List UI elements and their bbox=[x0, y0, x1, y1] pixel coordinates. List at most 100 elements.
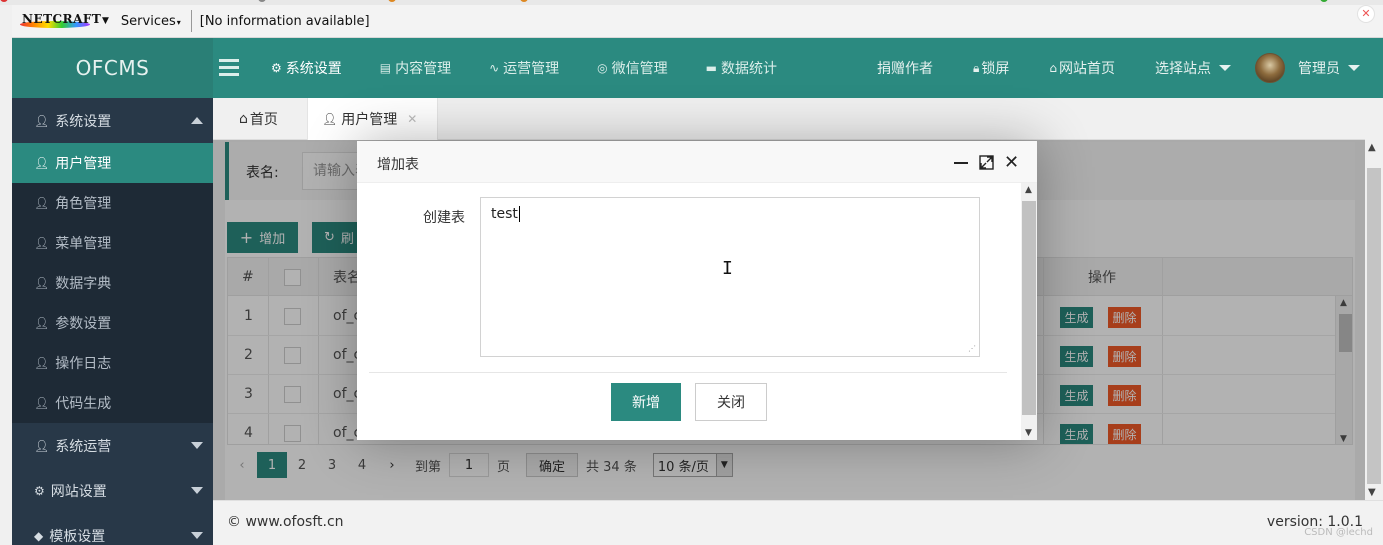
scroll-up-icon[interactable]: ▲ bbox=[1025, 185, 1032, 195]
scrollbar-thumb[interactable] bbox=[1022, 201, 1036, 415]
sidebar-section-operations[interactable]: 👤︎ 系统运营 bbox=[12, 423, 213, 469]
dialog-scrollbar[interactable]: ▲ ▼ bbox=[1021, 183, 1037, 440]
close-icon[interactable]: ✕ bbox=[407, 112, 417, 126]
nav-wechat[interactable]: ◎ 微信管理 bbox=[597, 58, 667, 78]
sidebar-section-templates[interactable]: ◆ 模板设置 bbox=[12, 513, 213, 545]
sidebar-item-logs[interactable]: 👤︎ 操作日志 bbox=[12, 343, 213, 383]
page-tabs: ⌂ 首页 👤︎ 用户管理 ✕ bbox=[213, 98, 1383, 140]
nav-content-management[interactable]: ▤ 内容管理 bbox=[380, 58, 451, 78]
text-cursor-icon: I bbox=[722, 258, 733, 279]
page-scrollbar[interactable]: ▲ ▼ bbox=[1365, 138, 1383, 500]
donate-label: 捐赠作者 bbox=[877, 61, 933, 77]
scrollbar-thumb[interactable] bbox=[1367, 168, 1381, 484]
lock-screen-link[interactable]: 🔒︎ 锁屏 bbox=[973, 58, 1009, 78]
sidebar-item-label: 操作日志 bbox=[55, 356, 112, 372]
user-icon: 👤︎ bbox=[34, 356, 50, 370]
close-icon[interactable]: ✕ bbox=[1004, 152, 1019, 173]
user-icon: 👤︎ bbox=[34, 276, 50, 290]
chevron-down-icon bbox=[191, 442, 203, 449]
bookmark-icon bbox=[388, 0, 396, 2]
nav-label: 微信管理 bbox=[611, 61, 668, 77]
user-icon: 👤︎ bbox=[322, 112, 338, 126]
bookmark-icon bbox=[0, 0, 8, 2]
tab-label: 首页 bbox=[249, 112, 278, 128]
home-icon: ⌂ bbox=[239, 111, 248, 127]
scroll-up-icon[interactable]: ▲ bbox=[1368, 142, 1376, 153]
nav-label: 数据统计 bbox=[721, 61, 777, 77]
nav-label: 系统设置 bbox=[285, 61, 342, 77]
close-button[interactable]: 关闭 bbox=[695, 383, 767, 421]
scroll-down-icon[interactable]: ▼ bbox=[1368, 487, 1376, 498]
chevron-down-icon bbox=[1348, 65, 1360, 71]
app-logo[interactable]: OFCMS bbox=[12, 38, 213, 98]
copyright-text: © www.ofosft.cn bbox=[227, 514, 344, 530]
lock-icon: 🔒︎ bbox=[973, 60, 980, 75]
nav-operations[interactable]: ∿ 运营管理 bbox=[489, 58, 559, 78]
top-nav: ⚙ 系统设置 ▤ 内容管理 ∿ 运营管理 ◎ 微信管理 ▬ 数据统计 bbox=[271, 38, 815, 98]
nav-label: 内容管理 bbox=[395, 61, 452, 77]
sidebar-item-roles[interactable]: 👤︎ 角色管理 bbox=[12, 183, 213, 223]
services-menu[interactable]: Services▾ bbox=[121, 14, 181, 29]
sidebar-item-params[interactable]: 👤︎ 参数设置 bbox=[12, 303, 213, 343]
toolbar-divider bbox=[190, 10, 192, 32]
sidebar-item-users[interactable]: 👤︎ 用户管理 bbox=[12, 143, 213, 183]
tab-user-management[interactable]: 👤︎ 用户管理 ✕ bbox=[307, 98, 438, 140]
services-label: Services bbox=[120, 13, 176, 29]
footer: © www.ofosft.cn version: 1.0.1 CSDN @lec… bbox=[213, 500, 1383, 545]
sidebar-section-label: 系统运营 bbox=[55, 439, 112, 455]
netcraft-menu-caret-icon[interactable]: ▼ bbox=[102, 16, 109, 26]
site-home-link[interactable]: ⌂ 网站首页 bbox=[1049, 58, 1115, 78]
bookmark-icon bbox=[258, 0, 266, 2]
tab-label: 用户管理 bbox=[341, 112, 398, 128]
submit-button[interactable]: 新增 bbox=[611, 383, 681, 421]
tab-home[interactable]: ⌂ 首页 bbox=[227, 98, 307, 140]
minimize-icon[interactable] bbox=[954, 162, 968, 164]
resize-grip-icon[interactable]: ⋰ bbox=[968, 344, 976, 353]
bookmark-icon bbox=[520, 0, 528, 2]
sidebar-item-menus[interactable]: 👤︎ 菜单管理 bbox=[12, 223, 213, 263]
app-header: OFCMS ⚙ 系统设置 ▤ 内容管理 ∿ 运营管理 ◎ 微信管理 ▬ 数据统计 捐赠作者… bbox=[12, 38, 1383, 98]
nav-system-settings[interactable]: ⚙ 系统设置 bbox=[271, 58, 342, 78]
close-icon[interactable]: ✕ bbox=[1357, 5, 1375, 23]
user-icon: 👤︎ bbox=[34, 196, 50, 210]
sidebar-section-system[interactable]: 👤︎ 系统设置 bbox=[12, 98, 213, 144]
user-icon: 👤︎ bbox=[34, 156, 50, 170]
layers-icon: ◆ bbox=[34, 529, 44, 543]
menu-toggle-icon[interactable] bbox=[219, 59, 239, 76]
sidebar-item-label: 用户管理 bbox=[55, 156, 112, 172]
netcraft-logo[interactable]: NETCRAFT bbox=[20, 12, 101, 30]
sidebar-item-dictionary[interactable]: 👤︎ 数据字典 bbox=[12, 263, 213, 303]
add-table-dialog: 增加表 ✕ 创建表 test ⋰ 新增 关闭 ▲ ▼ bbox=[357, 141, 1037, 440]
admin-label: 管理员 bbox=[1298, 61, 1340, 77]
gear-icon: ⚙ bbox=[34, 484, 45, 498]
home-icon: ⌂ bbox=[1049, 61, 1058, 75]
chevron-down-icon bbox=[191, 532, 203, 539]
lock-label: 锁屏 bbox=[981, 61, 1010, 77]
netcraft-label: NETCRAFT bbox=[22, 12, 102, 26]
dialog-title: 增加表 bbox=[377, 157, 419, 173]
dialog-header: 增加表 ✕ bbox=[357, 141, 1037, 183]
donate-link[interactable]: 捐赠作者 bbox=[877, 58, 933, 78]
pulse-icon: ∿ bbox=[489, 61, 500, 75]
create-table-label: 创建表 bbox=[423, 210, 465, 226]
avatar[interactable] bbox=[1255, 53, 1285, 83]
chevron-up-icon bbox=[191, 117, 203, 124]
chevron-down-icon bbox=[191, 487, 203, 494]
scroll-down-icon[interactable]: ▼ bbox=[1025, 428, 1032, 438]
user-icon: 👤︎ bbox=[34, 114, 50, 128]
nav-statistics[interactable]: ▬ 数据统计 bbox=[706, 58, 777, 78]
sidebar-item-codegen[interactable]: 👤︎ 代码生成 bbox=[12, 383, 213, 423]
nav-label: 运营管理 bbox=[503, 61, 560, 77]
sidebar-item-label: 角色管理 bbox=[55, 196, 112, 212]
netcraft-toolbar: NETCRAFT ▼ Services▾ [No information ava… bbox=[12, 5, 1383, 38]
admin-menu[interactable]: 管理员 bbox=[1298, 38, 1360, 98]
chat-icon: ▬ bbox=[705, 61, 717, 75]
sidebar-section-site[interactable]: ⚙ 网站设置 bbox=[12, 468, 213, 514]
watermark-text: CSDN @lechd bbox=[1304, 527, 1373, 538]
user-icon: 👤︎ bbox=[34, 316, 50, 330]
site-select-dropdown[interactable]: 选择站点 bbox=[1155, 58, 1232, 78]
sidebar-item-label: 代码生成 bbox=[55, 396, 112, 412]
maximize-icon[interactable] bbox=[979, 155, 994, 170]
user-icon: 👤︎ bbox=[34, 396, 50, 410]
site-select-label: 选择站点 bbox=[1155, 61, 1212, 77]
